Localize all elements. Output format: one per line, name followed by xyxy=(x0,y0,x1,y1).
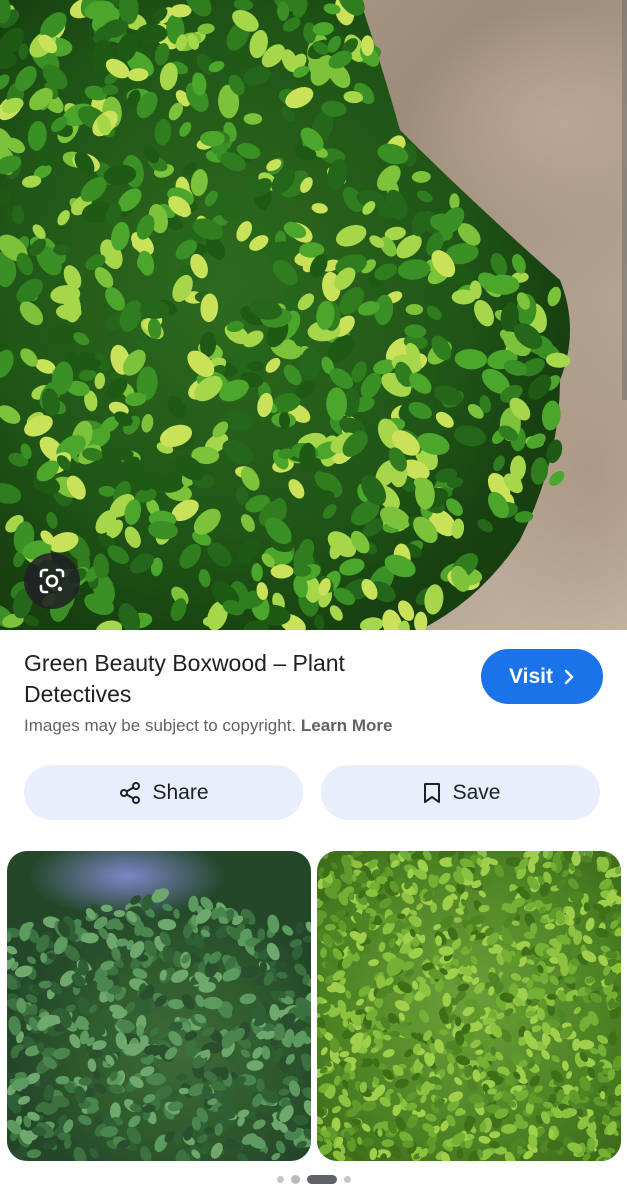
related-image-thumbnail[interactable] xyxy=(7,851,311,1161)
save-label: Save xyxy=(452,780,501,804)
share-icon xyxy=(120,781,141,804)
result-title[interactable]: Green Beauty Boxwood – Plant Detectives xyxy=(24,648,424,710)
visit-button[interactable]: Visit xyxy=(481,649,603,704)
related-image-thumbnail[interactable] xyxy=(317,851,621,1161)
boxwood-foliage-illustration xyxy=(0,0,571,630)
dense-boxwood-illustration xyxy=(317,851,621,1161)
page-dot xyxy=(276,1176,284,1183)
chevron-right-icon xyxy=(564,669,574,684)
learn-more-link[interactable]: Learn More xyxy=(301,716,393,735)
copyright-notice: Images may be subject to copyright. Lear… xyxy=(24,716,393,736)
hero-image[interactable] xyxy=(0,0,627,630)
save-button[interactable]: Save xyxy=(321,765,600,820)
page-dot xyxy=(343,1176,351,1183)
lens-icon xyxy=(39,568,65,594)
bookmark-icon xyxy=(423,782,440,803)
google-lens-button[interactable] xyxy=(24,553,80,609)
share-label: Share xyxy=(152,780,209,804)
page-indicator xyxy=(0,1175,627,1184)
share-button[interactable]: Share xyxy=(24,765,303,820)
page-dot xyxy=(290,1175,300,1184)
boxwood-with-flowers-illustration xyxy=(7,888,311,1161)
scrollbar[interactable] xyxy=(622,0,627,400)
page-dot-active xyxy=(306,1175,337,1184)
visit-label: Visit xyxy=(509,664,553,688)
copyright-text: Images may be subject to copyright. xyxy=(24,716,297,735)
